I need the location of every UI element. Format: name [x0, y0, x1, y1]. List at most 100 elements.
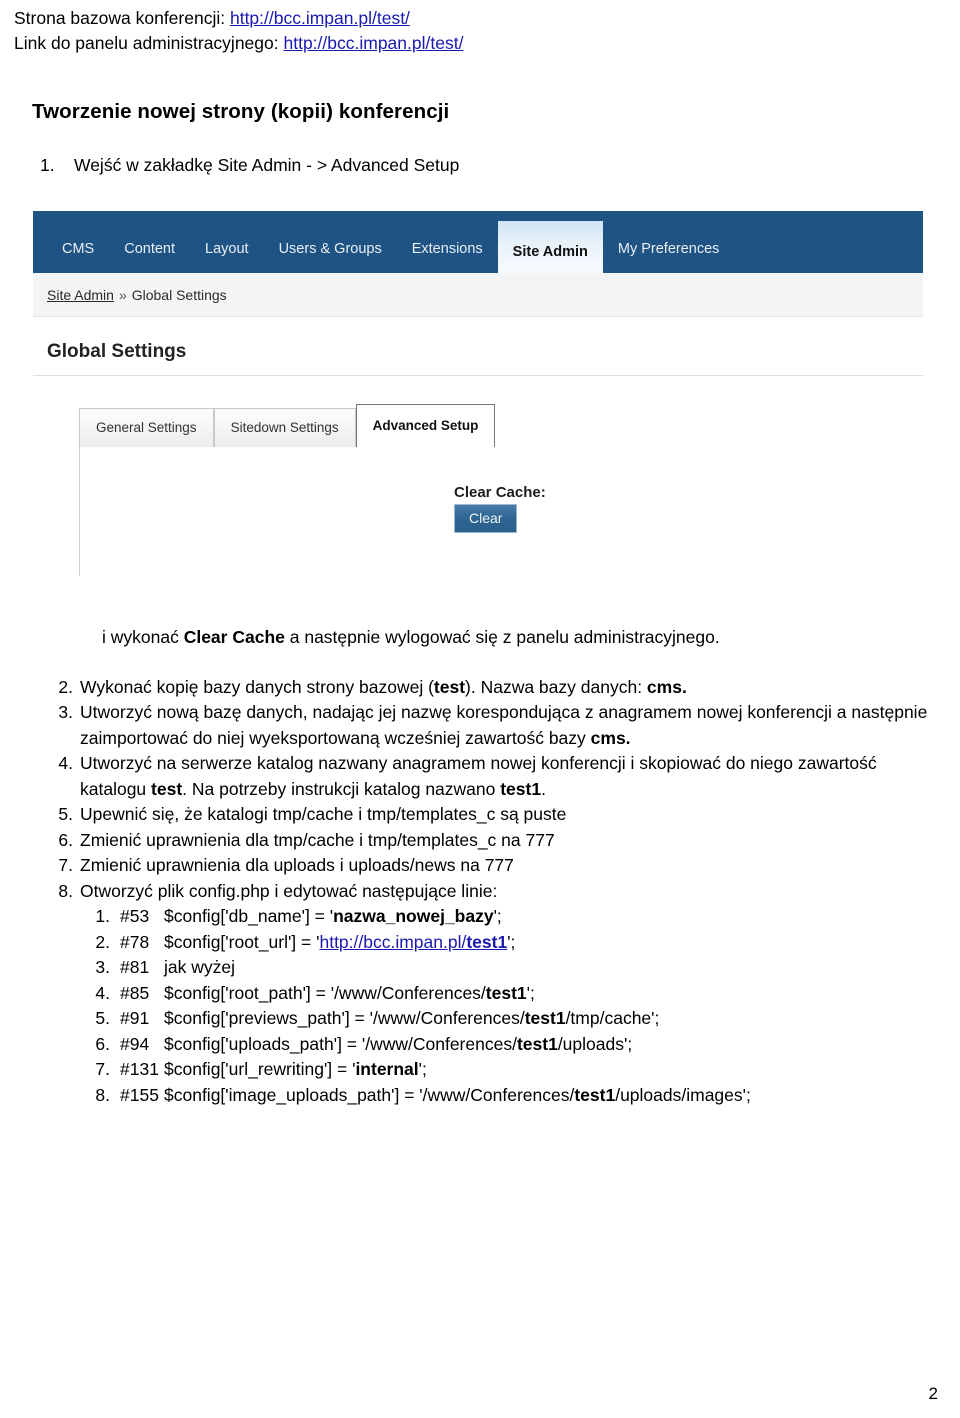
steps-list: Wykonać kopię bazy danych strony bazowej… — [40, 675, 930, 1109]
text-segment: cms. — [647, 677, 687, 697]
config-line-item: #91 $config['previews_path'] = '/www/Conf… — [80, 1006, 930, 1032]
text-segment: $config['root_url'] = ' — [164, 931, 320, 952]
config-line-number: #78 — [120, 931, 150, 952]
para-part1: i wykonać — [102, 627, 184, 647]
config-line-item: #94 $config['uploads_path'] = '/www/Confe… — [80, 1032, 930, 1058]
header-line-base-url: Strona bazowa konferencji: http://bcc.im… — [14, 6, 944, 31]
instructions-body: i wykonać Clear Cache a następnie wylogo… — [40, 625, 930, 1108]
nav-tab-users-and-groups[interactable]: Users & Groups — [264, 241, 397, 273]
text-segment: ). Nazwa bazy danych: — [465, 676, 647, 697]
clear-cache-button[interactable]: Clear — [454, 504, 518, 533]
step-1-text: Wejść w zakładkę Site Admin - > Advanced… — [74, 155, 460, 175]
text-segment: Zmienić uprawnienia dla uploads i upload… — [80, 855, 514, 875]
step-item: Zmienić uprawnienia dla tmp/cache i tmp/… — [40, 828, 930, 854]
text-segment: test1 — [486, 983, 527, 1003]
config-line-number: #53 — [120, 906, 150, 926]
bold-text: test — [151, 778, 183, 799]
clear-cache-label: Clear Cache: — [454, 484, 546, 501]
config-lines-list: #53 $config['db_name'] = 'nazwa_nowej_baz… — [80, 904, 930, 1108]
step-item: Wykonać kopię bazy danych strony bazowej… — [40, 675, 930, 701]
nav-tab-content[interactable]: Content — [109, 241, 190, 273]
text-segment: $config['previews_path'] = '/www/Confere… — [164, 1008, 525, 1028]
text-segment: $config['url_rewriting'] = ' — [164, 1059, 356, 1079]
config-url-link[interactable]: test1 — [466, 932, 507, 952]
text-segment: /uploads'; — [557, 1033, 633, 1054]
config-line-number: #81 — [120, 957, 150, 977]
nav-tab-my-preferences[interactable]: My Preferences — [603, 241, 735, 273]
cms-page-heading: Global Settings — [47, 341, 187, 362]
step-item: Zmienić uprawnienia dla uploads i upload… — [40, 853, 930, 879]
header-line-admin-url: Link do panelu administracyjnego: http:/… — [14, 31, 944, 56]
clear-cache-block: Clear Cache: Clear — [454, 484, 546, 533]
text-segment: nazwa_nowej_bazy — [333, 906, 493, 926]
bold-text: test1 — [516, 1033, 558, 1054]
nav-tab-extensions[interactable]: Extensions — [397, 241, 498, 273]
page-title: Tworzenie nowej strony (kopii) konferenc… — [32, 100, 450, 123]
config-line-item: #131 $config['url_rewriting'] = 'internal… — [80, 1057, 930, 1083]
bold-text: test1 — [466, 931, 508, 952]
text-segment: Zmienić uprawnienia dla tmp/cache i tmp/… — [80, 829, 555, 850]
text-segment: Otworzyć plik config.php i edytować nast… — [80, 880, 498, 901]
bold-text: test1 — [485, 982, 527, 1003]
step-item: Otworzyć plik config.php i edytować nast… — [40, 879, 930, 1109]
heading-divider — [33, 375, 923, 376]
config-line-item: #155 $config['image_uploads_path'] = '/ww… — [80, 1083, 930, 1109]
base-site-url-link[interactable]: http://bcc.impan.pl/test/ — [230, 8, 410, 28]
config-line-number: #131 — [120, 1059, 159, 1079]
subtab-general-settings[interactable]: General Settings — [79, 408, 214, 447]
config-line-item: #53 $config['db_name'] = 'nazwa_nowej_baz… — [80, 904, 930, 930]
text-segment: Upewnić się, że katalogi tmp/cache i tmp… — [80, 804, 567, 824]
breadcrumb-root-link[interactable]: Site Admin — [47, 287, 114, 303]
step-item: Utworzyć na serwerze katalog nazwany ana… — [40, 751, 930, 802]
cms-main-navbar: CMS Content Layout Users & Groups Extens… — [33, 211, 923, 273]
text-segment: '; — [493, 906, 502, 926]
document-header: Strona bazowa konferencji: http://bcc.im… — [14, 6, 944, 56]
bold-text: test1 — [500, 778, 542, 799]
config-line-number: #91 — [120, 1008, 150, 1028]
text-segment: Wykonać kopię bazy danych strony bazowej… — [80, 676, 434, 697]
bold-text: test1 — [574, 1084, 616, 1105]
config-line-item: #85 $config['root_path'] = '/www/Conferen… — [80, 981, 930, 1007]
text-segment: internal — [355, 1059, 418, 1079]
text-segment: $config['root_path'] = '/www/Conferences… — [164, 982, 486, 1003]
subtab-advanced-setup[interactable]: Advanced Setup — [355, 404, 496, 447]
text-segment: $config['db_name'] = ' — [164, 906, 334, 926]
config-line-item: #78 $config['root_url'] = 'http://bcc.imp… — [80, 930, 930, 956]
text-segment: test1 — [525, 1008, 566, 1028]
admin-panel-url-link[interactable]: http://bcc.impan.pl/test/ — [283, 33, 463, 53]
bold-text: test — [433, 676, 466, 697]
text-segment: . Na potrzeby instrukcji katalog nazwano — [182, 778, 501, 799]
nav-tab-cms[interactable]: CMS — [47, 241, 109, 273]
text-segment: test1 — [574, 1085, 615, 1105]
text-segment: test — [434, 677, 465, 697]
step-item: Utworzyć nową bazę danych, nadając jej n… — [40, 700, 930, 751]
settings-subtabs: General Settings Sitedown Settings Advan… — [79, 404, 923, 447]
text-segment: test1 — [500, 779, 541, 799]
nav-tab-site-admin[interactable]: Site Admin — [497, 221, 603, 273]
config-line-number: #155 — [120, 1084, 159, 1105]
breadcrumb-current: Global Settings — [131, 286, 227, 303]
bold-text: cms. — [646, 676, 687, 697]
config-url-link[interactable]: http://bcc.impan.pl/ — [319, 932, 466, 952]
text-segment: '; — [526, 982, 535, 1003]
bold-text: nazwa_nowej_bazy — [333, 906, 494, 926]
page-number: 2 — [928, 1384, 938, 1403]
bold-text: internal — [355, 1059, 419, 1079]
config-line-item: #81 jak wyżej — [80, 955, 930, 981]
header-line1-label: Strona bazowa konferencji: — [14, 8, 230, 28]
breadcrumb-separator: » — [118, 286, 127, 303]
cms-admin-screenshot: CMS Content Layout Users & Groups Extens… — [33, 211, 923, 611]
header-line2-label: Link do panelu administracyjnego: — [14, 33, 284, 53]
text-segment: test — [151, 779, 182, 799]
subtab-sitedown-settings[interactable]: Sitedown Settings — [213, 408, 356, 447]
nav-tab-layout[interactable]: Layout — [190, 241, 264, 273]
bold-text: test1 — [524, 1008, 566, 1028]
text-segment: Utworzyć nową bazę danych, nadając jej n… — [80, 702, 928, 748]
text-segment: jak wyżej — [164, 957, 235, 977]
text-segment: /uploads/images'; — [615, 1084, 751, 1105]
config-line-number: #94 — [120, 1033, 150, 1054]
step-item: Upewnić się, że katalogi tmp/cache i tmp… — [40, 802, 930, 828]
text-segment: '; — [507, 931, 516, 952]
para-part2: a następnie wylogować się z panelu admin… — [284, 627, 720, 647]
text-segment: cms. — [591, 728, 631, 748]
